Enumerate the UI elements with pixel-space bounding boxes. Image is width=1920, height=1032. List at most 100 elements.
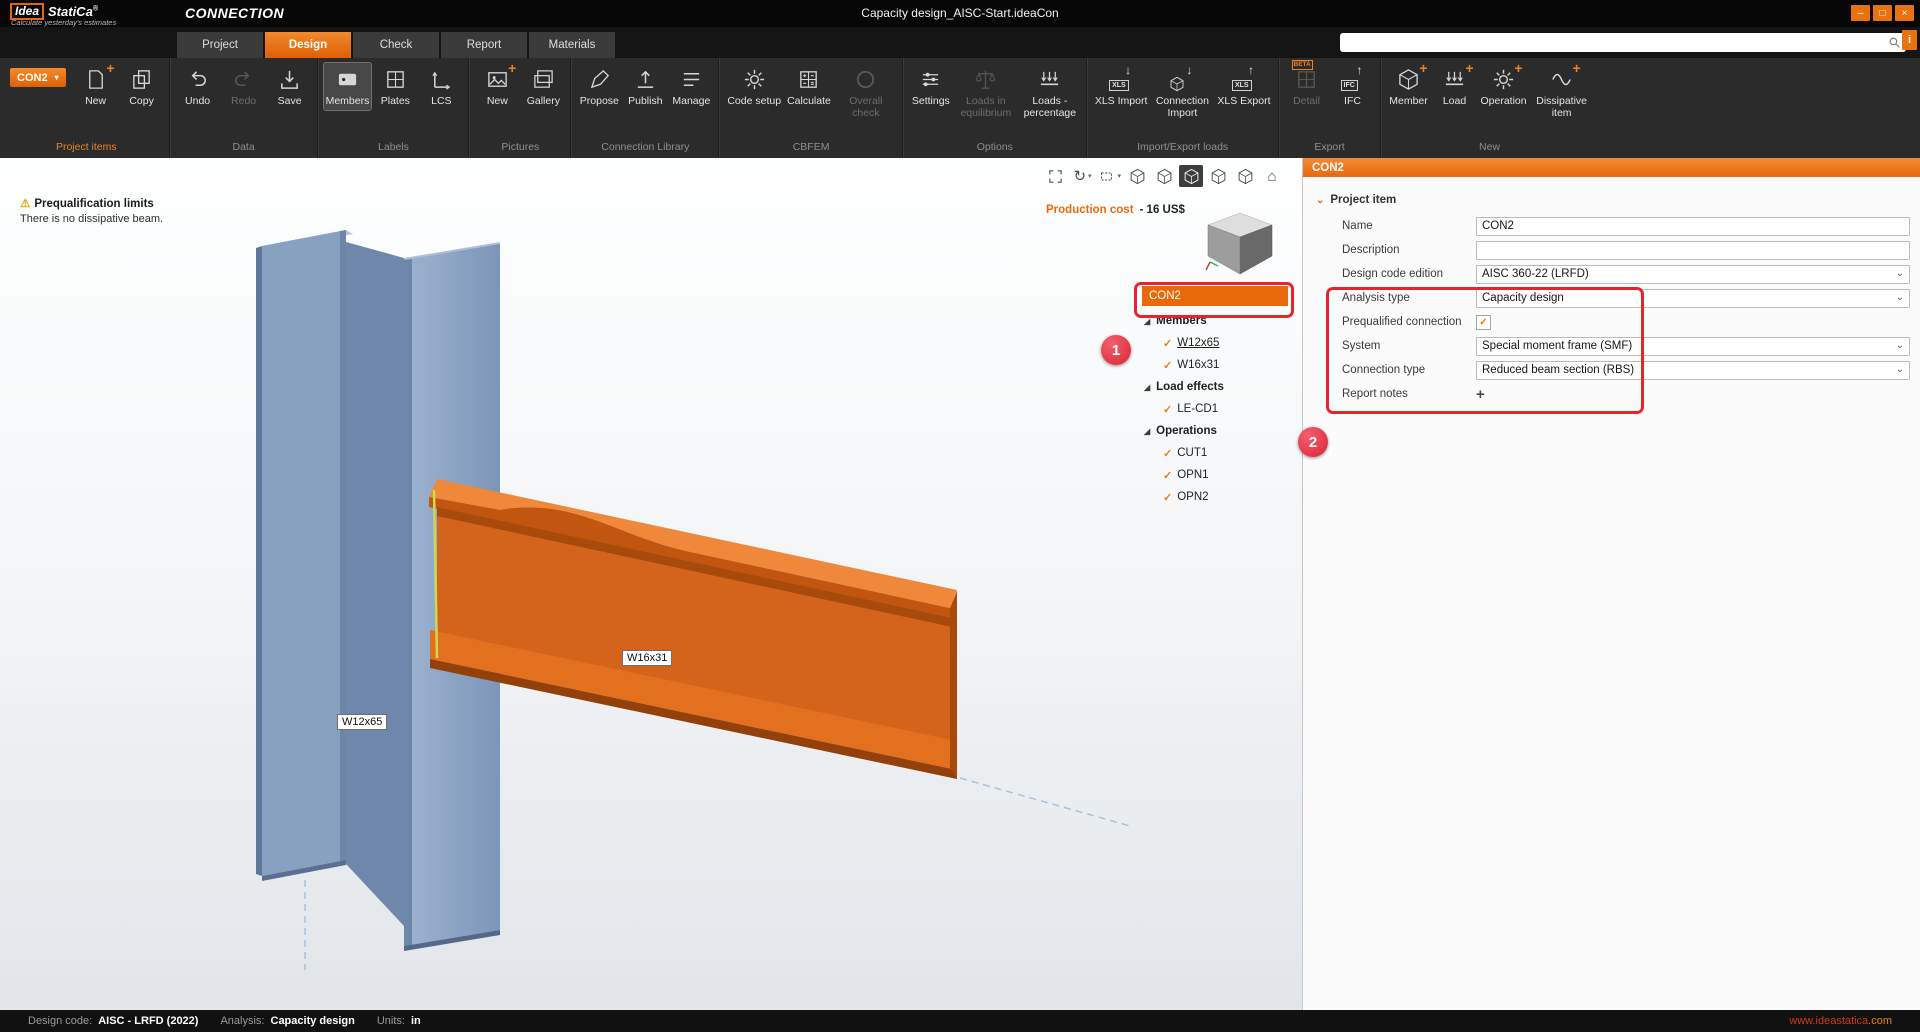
tab-check[interactable]: Check [353, 32, 439, 58]
gallery-button[interactable]: Gallery [521, 63, 565, 110]
tree-item-le-cd1[interactable]: ✓ LE-CD1 [1139, 398, 1301, 420]
members-labels-button[interactable]: Members [324, 63, 372, 110]
description-input[interactable] [1476, 241, 1910, 260]
system-select[interactable]: Special moment frame (SMF) ⌄ [1476, 337, 1910, 356]
website-link[interactable]: www.ideastatica.com [1789, 1015, 1892, 1027]
design-code-label: Design code: [28, 1015, 92, 1027]
xls-import-button[interactable]: ↓ XLS XLS Import [1093, 63, 1150, 110]
check-icon[interactable]: ✓ [1163, 403, 1172, 416]
expander-icon[interactable]: ◢ [1144, 427, 1150, 436]
tab-report[interactable]: Report [441, 32, 527, 58]
copy-button[interactable]: Copy [120, 63, 164, 110]
connection-type-select[interactable]: Reduced beam section (RBS) ⌄ [1476, 361, 1910, 380]
transparent-view-icon[interactable] [1206, 165, 1230, 187]
calculate-button[interactable]: Calculate [785, 63, 833, 110]
check-icon[interactable]: ✓ [1163, 491, 1172, 504]
undo-button[interactable]: Undo [176, 63, 220, 110]
expander-icon[interactable]: ◢ [1144, 383, 1150, 392]
design-code-edition-select[interactable]: AISC 360-22 (LRFD) ⌄ [1476, 265, 1910, 284]
save-icon [277, 66, 303, 92]
info-button[interactable]: i [1902, 30, 1917, 50]
fit-view-icon[interactable] [1043, 165, 1067, 187]
maximize-button[interactable]: □ [1873, 5, 1892, 21]
viewport-3d[interactable]: ⚠Prequalification limits There is no dis… [0, 158, 1302, 1010]
add-report-note-button[interactable]: + [1476, 387, 1485, 402]
new-picture-button[interactable]: + New [475, 63, 519, 110]
hidden-line-view-icon[interactable] [1152, 165, 1176, 187]
tree-group-members[interactable]: ◢ Members [1139, 310, 1301, 332]
check-icon[interactable]: ✓ [1163, 359, 1172, 372]
plates-labels-button[interactable]: Plates [373, 63, 417, 110]
loads-percentage-button[interactable]: Loads - percentage [1019, 63, 1081, 122]
gallery-icon [530, 66, 556, 92]
new-member-button[interactable]: + Member [1387, 63, 1431, 110]
check-icon[interactable]: ✓ [1163, 337, 1172, 350]
chevron-down-icon: ▾ [1088, 172, 1092, 180]
ribbon-group-import-export-loads: ↓ XLS XLS Import ↓ Connection Import ↑ [1088, 58, 1278, 158]
tree-item-w12x65[interactable]: ✓ W12x65 [1139, 332, 1301, 354]
steel-connection-model[interactable] [0, 158, 1302, 1010]
code-setup-gear-icon [741, 66, 767, 92]
tree-item-cut1[interactable]: ✓ CUT1 [1139, 442, 1301, 464]
tab-materials[interactable]: Materials [529, 32, 615, 58]
ribbon-group-label: Project items [9, 141, 164, 158]
ribbon-group-labels: Members Plates LCS Labels [319, 58, 469, 158]
search-box[interactable] [1340, 33, 1906, 52]
home-view-icon[interactable]: ⌂ [1260, 165, 1284, 187]
title-bar: Idea StatiCa® Calculate yesterday's esti… [0, 0, 1920, 27]
search-input[interactable] [1340, 37, 1888, 49]
tab-project[interactable]: Project [177, 32, 263, 58]
overall-check-button[interactable]: Overall check [835, 63, 897, 122]
tree-item-w16x31[interactable]: ✓ W16x31 [1139, 354, 1301, 376]
tab-design[interactable]: Design [265, 32, 351, 58]
solid-view-icon[interactable] [1179, 165, 1203, 187]
check-icon[interactable]: ✓ [1163, 447, 1172, 460]
navigation-cube[interactable] [1204, 210, 1276, 278]
tree-group-load-effects[interactable]: ◢ Load effects [1139, 376, 1301, 398]
manage-icon [678, 66, 704, 92]
field-label: Analysis type [1342, 292, 1476, 304]
minimize-button[interactable]: – [1851, 5, 1870, 21]
xls-export-button[interactable]: ↑ XLS XLS Export [1215, 63, 1272, 110]
expander-icon[interactable]: ◢ [1144, 317, 1150, 326]
save-button[interactable]: Save [268, 63, 312, 110]
zoom-window-icon[interactable]: ▾ [1097, 165, 1122, 187]
propose-button[interactable]: Propose [577, 63, 621, 110]
redo-button[interactable]: Redo [222, 63, 266, 110]
new-load-button[interactable]: + Load [1433, 63, 1477, 110]
tree-item-opn2[interactable]: ✓ OPN2 [1139, 486, 1301, 508]
code-setup-button[interactable]: Code setup [725, 63, 783, 110]
beam-member[interactable] [429, 479, 957, 779]
ribbon-group-label: Export [1285, 141, 1375, 158]
manage-button[interactable]: Manage [669, 63, 713, 110]
publish-button[interactable]: Publish [623, 63, 667, 110]
new-project-item-icon: + [83, 66, 109, 92]
new-operation-button[interactable]: + Operation [1479, 63, 1529, 110]
new-project-item-button[interactable]: + New [74, 63, 118, 110]
connection-import-button[interactable]: ↓ Connection Import [1151, 63, 1213, 122]
connection-selector[interactable]: CON2 ▾ [10, 68, 66, 87]
name-input[interactable]: CON2 [1476, 217, 1910, 236]
new-picture-icon: + [484, 66, 510, 92]
tree-item-con2-selected[interactable]: CON2 [1142, 286, 1288, 306]
check-icon[interactable]: ✓ [1163, 469, 1172, 482]
propose-icon [586, 66, 612, 92]
loads-in-equilibrium-button[interactable]: Loads in equilibrium [955, 63, 1017, 122]
wireframe-view-icon[interactable] [1125, 165, 1149, 187]
section-view-icon[interactable] [1233, 165, 1257, 187]
lcs-button[interactable]: LCS [419, 63, 463, 110]
ifc-export-button[interactable]: ↑ IFC IFC [1331, 63, 1375, 110]
close-button[interactable]: × [1895, 5, 1914, 21]
tree-group-operations[interactable]: ◢ Operations [1139, 420, 1301, 442]
ribbon-group-label: Labels [324, 141, 464, 158]
property-panel: CON2 ⌄ Project item Name CON2 Descriptio… [1302, 158, 1920, 1010]
analysis-type-select[interactable]: Capacity design ⌄ [1476, 289, 1910, 308]
document-title: Capacity design_AISC-Start.ideaCon [0, 6, 1920, 20]
settings-button[interactable]: Settings [909, 63, 953, 110]
rotate-view-icon[interactable]: ↻▾ [1070, 165, 1094, 187]
section-project-item[interactable]: ⌄ Project item [1316, 194, 1920, 206]
tree-item-opn1[interactable]: ✓ OPN1 [1139, 464, 1301, 486]
new-dissipative-item-button[interactable]: + Dissipative item [1531, 63, 1593, 122]
detail-export-button[interactable]: BETA Detail [1285, 63, 1329, 110]
prequalified-connection-checkbox[interactable]: ✓ [1476, 315, 1491, 330]
